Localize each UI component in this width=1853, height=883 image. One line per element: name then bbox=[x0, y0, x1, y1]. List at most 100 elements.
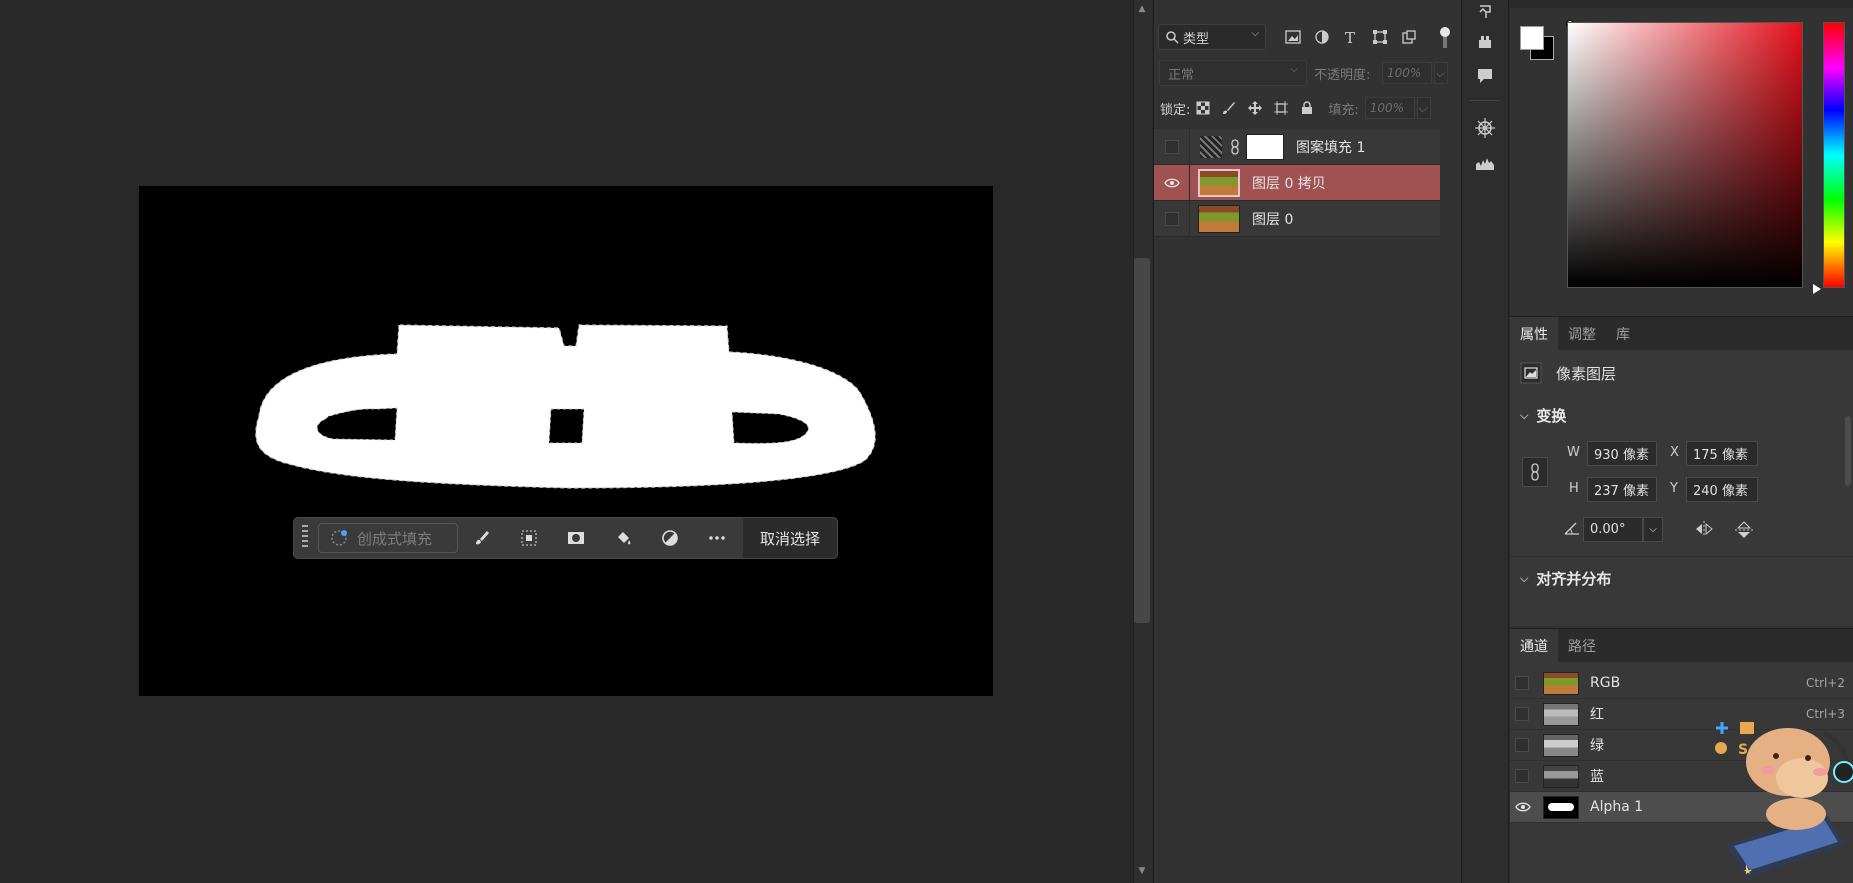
tab-properties[interactable]: 属性 bbox=[1510, 317, 1558, 350]
blend-mode-select[interactable]: 正常 ⌵ bbox=[1159, 60, 1307, 86]
y-label: Y bbox=[1670, 481, 1678, 496]
align-distribute-section-header[interactable]: ⌵ 对齐并分布 bbox=[1520, 568, 1611, 589]
layer-row-pattern-fill[interactable]: 图案填充 1 bbox=[1154, 128, 1440, 165]
transform-title: 变换 bbox=[1536, 407, 1567, 425]
lock-artboard-icon[interactable] bbox=[1268, 98, 1294, 118]
transform-selection-icon bbox=[521, 530, 536, 546]
filter-smart-object-icon[interactable] bbox=[1398, 26, 1420, 48]
brush-icon bbox=[475, 531, 489, 545]
lock-image-pixels-icon[interactable] bbox=[1216, 98, 1242, 118]
comments-icon[interactable] bbox=[1472, 64, 1498, 88]
layer-mask-thumbnail[interactable] bbox=[1246, 133, 1284, 160]
visibility-off-icon[interactable] bbox=[1515, 707, 1529, 721]
document-workspace[interactable]: 创成式填充 取消选择 bbox=[0, 0, 1133, 883]
lock-position-icon[interactable] bbox=[1242, 98, 1268, 118]
panel-icon-strip bbox=[1461, 0, 1509, 883]
x-input[interactable]: 175 像素 bbox=[1686, 441, 1758, 466]
link-icon[interactable] bbox=[1228, 138, 1242, 155]
channel-row-rgb[interactable]: RGB Ctrl+2 bbox=[1510, 668, 1853, 699]
visibility-toggle[interactable] bbox=[1154, 164, 1190, 201]
layer-kind-filter-select[interactable]: 类型 ⌵ bbox=[1158, 24, 1266, 50]
properties-panel: 属性 调整 库 像素图层 ⌵ 变换 W 930 像素 X 175 像素 H 23… bbox=[1510, 316, 1853, 626]
constrain-proportions-button[interactable] bbox=[1522, 457, 1548, 487]
histogram-icon[interactable] bbox=[1472, 150, 1498, 174]
transform-section-header[interactable]: ⌵ 变换 bbox=[1520, 405, 1566, 426]
filter-toggle-icon[interactable] bbox=[1434, 26, 1456, 48]
history-icon[interactable] bbox=[1472, 0, 1498, 24]
mask-button[interactable] bbox=[552, 517, 599, 559]
scroll-down-icon[interactable]: ▼ bbox=[1136, 866, 1148, 878]
angle-icon bbox=[1564, 521, 1580, 535]
hue-slider[interactable] bbox=[1823, 22, 1845, 288]
layer-row-layer0[interactable]: 图层 0 bbox=[1154, 200, 1440, 237]
tab-paths[interactable]: 路径 bbox=[1558, 629, 1606, 662]
eye-icon bbox=[1163, 178, 1180, 187]
layer-name[interactable]: 图案填充 1 bbox=[1296, 137, 1365, 157]
visibility-off-icon[interactable] bbox=[1515, 676, 1529, 690]
visibility-toggle[interactable] bbox=[1154, 200, 1190, 237]
filter-shape-icon[interactable] bbox=[1369, 26, 1391, 48]
visibility-off-icon[interactable] bbox=[1515, 769, 1529, 783]
fill-dropdown-icon[interactable]: ⌵ bbox=[1416, 97, 1431, 119]
svg-text:T: T bbox=[1345, 29, 1355, 45]
kind-filter-value: 类型 bbox=[1183, 31, 1210, 47]
scroll-up-icon[interactable]: ▲ bbox=[1136, 4, 1148, 16]
layer-type-row: 像素图层 bbox=[1520, 362, 1616, 384]
adjustment-layer-button[interactable] bbox=[646, 517, 693, 559]
brush-tool-button[interactable] bbox=[458, 517, 505, 559]
channel-name: Alpha 1 bbox=[1590, 799, 1644, 815]
flip-vertical-icon[interactable] bbox=[1734, 520, 1754, 540]
foreground-color-swatch[interactable] bbox=[1520, 26, 1544, 50]
filter-pixel-icon[interactable] bbox=[1282, 26, 1304, 48]
channel-thumbnail bbox=[1543, 764, 1579, 788]
width-input[interactable]: 930 像素 bbox=[1587, 441, 1657, 466]
width-label: W bbox=[1567, 445, 1580, 460]
tab-channels[interactable]: 通道 bbox=[1510, 629, 1558, 662]
layer-thumbnail bbox=[1198, 204, 1240, 233]
channels-panel: 通道 路径 RGB Ctrl+2 红 Ctrl+3 绿 蓝 Alpha 1 S bbox=[1510, 628, 1853, 883]
transform-selection-button[interactable] bbox=[505, 517, 552, 559]
align-distribute-title: 对齐并分布 bbox=[1536, 570, 1612, 588]
y-input[interactable]: 240 像素 bbox=[1686, 477, 1758, 502]
contextual-task-bar: 创成式填充 取消选择 bbox=[293, 517, 838, 559]
height-input[interactable]: 237 像素 bbox=[1587, 477, 1657, 502]
tab-adjustments[interactable]: 调整 bbox=[1558, 317, 1606, 350]
selection-shape bbox=[255, 324, 876, 489]
lock-all-icon[interactable] bbox=[1294, 98, 1320, 118]
flip-horizontal-icon[interactable] bbox=[1694, 520, 1716, 538]
hue-slider-handle-icon[interactable] bbox=[1813, 284, 1821, 294]
visibility-off-icon[interactable] bbox=[1515, 738, 1529, 752]
x-label: X bbox=[1670, 445, 1679, 460]
lock-row: 锁定: 填充: 100% ⌵ bbox=[1160, 97, 1431, 119]
generative-fill-label: 创成式填充 bbox=[357, 529, 433, 548]
filter-type-icon[interactable]: T bbox=[1340, 26, 1362, 48]
angle-input[interactable]: 0.00° bbox=[1583, 517, 1643, 542]
document-canvas[interactable] bbox=[139, 186, 993, 696]
more-options-button[interactable] bbox=[693, 517, 740, 559]
generative-fill-input[interactable]: 创成式填充 bbox=[318, 523, 458, 553]
more-icon bbox=[708, 536, 725, 540]
opacity-input[interactable]: 100% bbox=[1382, 62, 1432, 84]
opacity-dropdown-icon[interactable]: ⌵ bbox=[1434, 62, 1448, 84]
fill-input[interactable]: 100% bbox=[1364, 97, 1415, 119]
layer-row-layer0-copy[interactable]: 图层 0 拷贝 bbox=[1154, 164, 1440, 201]
deselect-button[interactable]: 取消选择 bbox=[743, 518, 837, 558]
layer-name[interactable]: 图层 0 bbox=[1252, 209, 1293, 229]
scroll-thumb[interactable] bbox=[1134, 258, 1150, 623]
pattern-thumbnail bbox=[1200, 135, 1222, 158]
properties-scroll-thumb[interactable] bbox=[1845, 416, 1851, 486]
compass-icon[interactable] bbox=[1472, 116, 1498, 140]
filter-adjustment-icon[interactable] bbox=[1311, 26, 1333, 48]
angle-dropdown-icon[interactable]: ⌵ bbox=[1643, 517, 1663, 542]
lock-transparent-pixels-icon[interactable] bbox=[1190, 98, 1216, 118]
fill-selection-button[interactable] bbox=[599, 517, 646, 559]
channel-thumbnail bbox=[1543, 795, 1579, 819]
eye-icon[interactable] bbox=[1515, 802, 1531, 812]
plugins-icon[interactable] bbox=[1472, 30, 1498, 54]
color-saturation-field[interactable] bbox=[1567, 22, 1803, 288]
tab-libraries[interactable]: 库 bbox=[1606, 317, 1640, 350]
link-icon bbox=[1531, 463, 1539, 481]
visibility-toggle[interactable] bbox=[1154, 128, 1190, 165]
drag-handle-icon[interactable] bbox=[298, 523, 312, 553]
layer-name[interactable]: 图层 0 拷贝 bbox=[1252, 173, 1326, 193]
